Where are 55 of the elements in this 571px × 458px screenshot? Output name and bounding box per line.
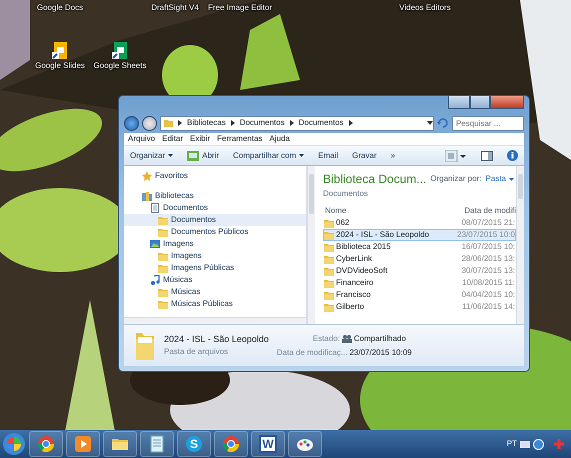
nav-item[interactable]: Documentos Públicos [124, 226, 306, 238]
library-subtitle: Documentos [323, 188, 368, 200]
nav-item[interactable]: Músicas [124, 274, 306, 286]
icon-label[interactable]: Videos Editors [399, 2, 451, 14]
toolbar-button[interactable]: » [390, 150, 396, 162]
status-label: Estado: [312, 332, 340, 344]
taskbar-button[interactable]: W [251, 431, 285, 457]
breadcrumb-item[interactable]: Documentos [240, 117, 285, 129]
menu-item[interactable]: Arquivo [128, 133, 156, 145]
file-row[interactable]: Francisco 04/04/2015 10: [323, 289, 516, 301]
file-row[interactable]: Financeiro 10/08/2015 11: [323, 277, 516, 289]
toolbar-button[interactable]: Abrir [187, 150, 220, 162]
nav-item[interactable]: Favoritos [124, 170, 306, 182]
file-row[interactable]: CyberLink 28/06/2015 13: [323, 253, 516, 265]
file-row[interactable]: 062 08/07/2015 21: [323, 217, 516, 229]
nav-item[interactable]: Documentos [124, 214, 306, 226]
menu-item[interactable]: Ferramentas [217, 133, 262, 145]
column-header[interactable]: Nome [323, 205, 464, 217]
breadcrumb-item[interactable]: Bibliotecas [187, 117, 226, 129]
nav-item[interactable]: Músicas [124, 286, 306, 298]
breadcrumb-item[interactable]: Documentos [298, 117, 344, 129]
icon-label[interactable]: Google Sheets [94, 60, 146, 72]
toolbar-button[interactable]: Gravar [352, 150, 377, 162]
toolbar-button[interactable]: Organizar [130, 150, 174, 162]
icon-label[interactable]: Google Docs [36, 2, 84, 14]
item-name: 2024 - ISL - São Leopoldo [164, 332, 269, 346]
date-label: Data de modificaç... [276, 346, 348, 358]
nav-item[interactable]: Bibliotecas [124, 190, 306, 202]
arrange-label: Organizar por: [430, 173, 482, 185]
toolbar-button[interactable]: Compartilhar com [233, 150, 304, 162]
language-indicator[interactable]: PT [506, 438, 517, 450]
status-value: Compartilhado [354, 332, 406, 344]
arrange-dropdown[interactable]: Pasta [486, 173, 514, 185]
menu-item[interactable]: Editar [162, 133, 184, 145]
icon-label[interactable]: Google Slides [35, 60, 85, 72]
column-header[interactable]: Data de modifi [464, 205, 516, 217]
nav-item[interactable]: Imagens Públicas [124, 262, 306, 274]
file-row[interactable]: Biblioteca 2015 16/07/2015 10: [323, 241, 516, 253]
search-field[interactable]: Pesquisar ... [452, 116, 524, 130]
address-bar[interactable]: Bibliotecas Documentos Documentos [160, 116, 434, 130]
file-row[interactable]: DVDVideoSoft 30/07/2015 13: [323, 265, 516, 277]
nav-item[interactable]: Imagens [124, 250, 306, 262]
menu-item[interactable]: Ajuda [269, 133, 290, 145]
toolbar-button[interactable]: Email [318, 150, 338, 162]
item-type: Pasta de arquivos [164, 346, 230, 358]
date-value: 23/07/2015 10:09 [349, 346, 412, 358]
nav-item[interactable]: Imagens [124, 238, 306, 250]
nav-item[interactable]: Músicas Públicas [124, 298, 306, 310]
menu-item[interactable]: Exibir [190, 133, 210, 145]
icon-label[interactable]: Free Image Editor [208, 2, 272, 14]
icon-label[interactable]: DraftSight V4 [151, 2, 199, 14]
file-row[interactable]: 2024 - ISL - São Leopoldo 23/07/2015 10:0 [323, 229, 516, 241]
nav-item[interactable]: Documentos [124, 202, 306, 214]
file-row[interactable]: Gilberto 11/06/2015 14: [323, 301, 516, 313]
library-title: Biblioteca Docum... [323, 171, 426, 188]
